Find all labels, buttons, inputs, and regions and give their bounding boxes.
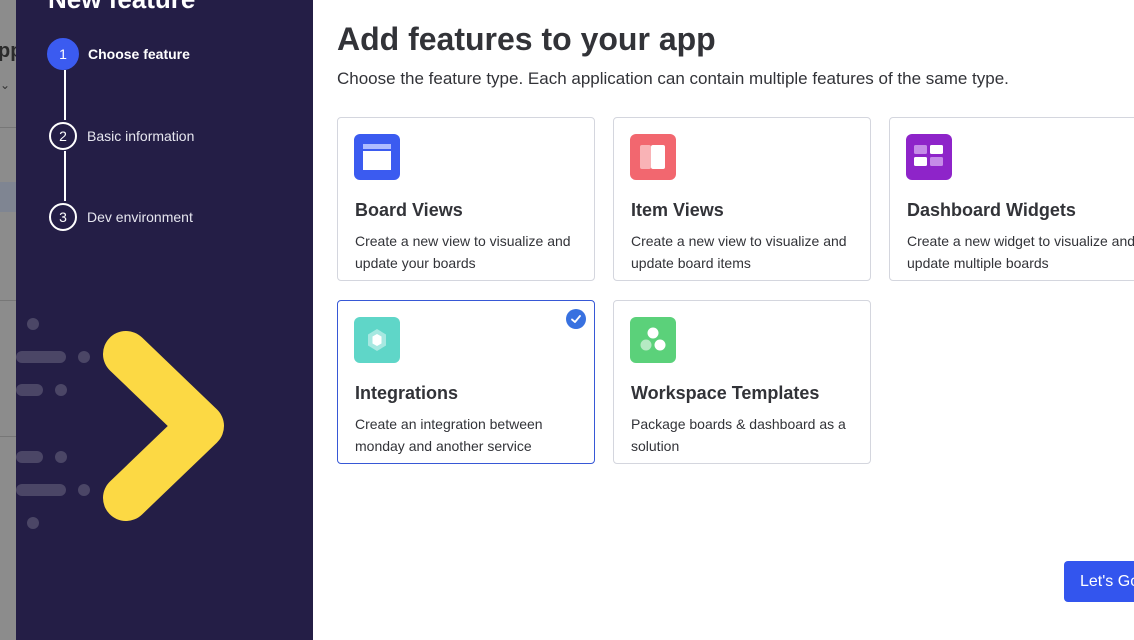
item-view-icon	[630, 134, 676, 180]
chevron-down-icon: ⌄	[0, 78, 11, 92]
card-description: Create a new view to visualize and updat…	[355, 233, 571, 271]
step-connector	[64, 70, 66, 120]
card-description: Create an integration between monday and…	[355, 416, 543, 454]
selected-check-icon	[566, 309, 586, 329]
step-dev-environment: 3 Dev environment	[49, 203, 193, 231]
card-description: Package boards & dashboard as a solution	[631, 416, 846, 454]
page-subtitle: Choose the feature type. Each applicatio…	[337, 69, 1009, 88]
step-basic-information: 2 Basic information	[49, 122, 194, 150]
workspace-template-icon	[630, 317, 676, 363]
background-app: pp ⌄	[0, 0, 16, 640]
wizard-title: New feature	[48, 0, 195, 15]
step-number: 2	[49, 122, 77, 150]
wizard-sidebar: New feature 1 Choose feature 2 Basic inf…	[16, 0, 313, 640]
background-app-title: pp	[0, 40, 16, 62]
divider	[0, 436, 16, 437]
step-label: Dev environment	[87, 209, 193, 225]
lets-go-button[interactable]: Let's Go	[1064, 561, 1134, 602]
divider	[0, 300, 16, 301]
card-title: Item Views	[631, 200, 724, 220]
integration-icon	[354, 317, 400, 363]
board-view-icon	[354, 134, 400, 180]
card-description: Create a new view to visualize and updat…	[631, 233, 847, 271]
page-title: Add features to your app	[337, 21, 716, 57]
feature-card-dashboard-widgets[interactable]: Dashboard Widgets Create a new widget to…	[889, 117, 1134, 281]
step-number: 3	[49, 203, 77, 231]
step-label: Basic information	[87, 128, 195, 144]
card-description: Create a new widget to visualize and upd…	[907, 233, 1134, 271]
step-choose-feature: 1 Choose feature	[47, 38, 190, 70]
feature-card-board-views[interactable]: Board Views Create a new view to visuali…	[337, 117, 595, 281]
step-label: Choose feature	[88, 46, 190, 62]
card-title: Board Views	[355, 200, 463, 220]
divider	[0, 127, 16, 128]
card-title: Integrations	[355, 383, 459, 403]
dashboard-widget-icon	[906, 134, 952, 180]
feature-card-integrations[interactable]: Integrations Create an integration betwe…	[337, 300, 595, 464]
background-block	[0, 182, 16, 212]
card-title: Workspace Templates	[631, 383, 820, 403]
step-connector	[64, 151, 66, 201]
card-title: Dashboard Widgets	[907, 200, 1076, 220]
arrow-illustration	[16, 318, 224, 529]
feature-card-workspace-templates[interactable]: Workspace Templates Package boards & das…	[613, 300, 871, 464]
step-number: 1	[47, 38, 79, 70]
main-panel: Add features to your app Choose the feat…	[313, 0, 1134, 640]
feature-card-item-views[interactable]: Item Views Create a new view to visualiz…	[613, 117, 871, 281]
